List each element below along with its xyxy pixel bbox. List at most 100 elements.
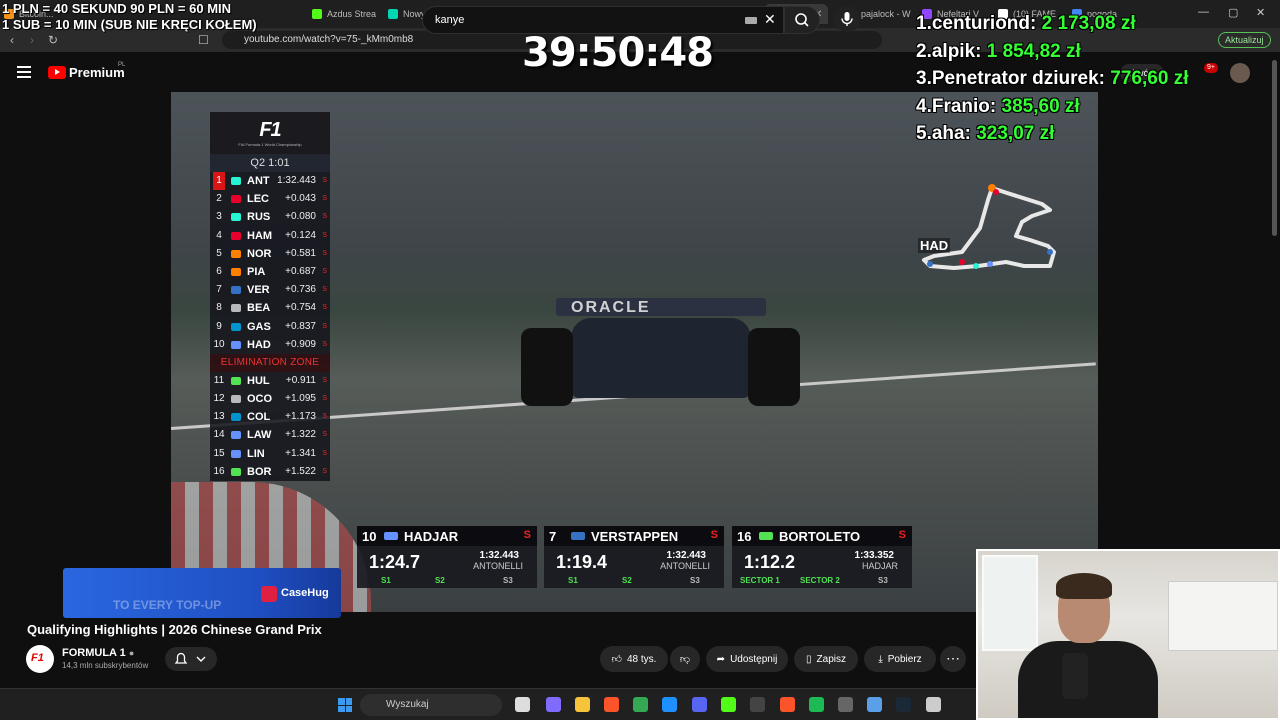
- notification-badge[interactable]: 9+: [1204, 63, 1218, 73]
- obs-icon[interactable]: [750, 697, 765, 712]
- best-lap-time: 1:32.443: [666, 550, 706, 561]
- timing-row: 7 VER +0.736 S: [210, 281, 330, 299]
- thumbs-down-icon: 👎︎: [679, 654, 691, 665]
- best-lap-time: 1:33.352: [854, 550, 894, 561]
- team-logo-icon: [231, 177, 241, 185]
- discord-icon[interactable]: [692, 697, 707, 712]
- search-icon: [795, 13, 809, 27]
- best-lap-driver: ANTONELLI: [473, 561, 523, 571]
- voice-search-button[interactable]: [834, 6, 860, 32]
- sector-label: S2: [435, 576, 445, 585]
- track-map-driver-label: HAD: [918, 238, 951, 253]
- bookmark-save-icon: ▯: [806, 653, 812, 665]
- close-window-icon[interactable]: ✕: [1256, 6, 1265, 19]
- elimination-zone-label: ELIMINATION ZONE: [210, 353, 330, 372]
- sector-label: S3: [690, 576, 700, 585]
- best-lap-driver: HADJAR: [861, 561, 898, 571]
- timing-row: 6 PIA +0.687 S: [210, 263, 330, 281]
- timing-row: 14 LAW +1.322 S: [210, 426, 330, 444]
- casehug-logo: CaseHug: [261, 585, 333, 603]
- save-button[interactable]: ▯ Zapisz: [794, 646, 858, 672]
- timing-row: 12 OCO +1.095 S: [210, 390, 330, 408]
- store-icon[interactable]: [662, 697, 677, 712]
- tyre-icon: S: [322, 340, 327, 348]
- current-lap-time: 1:24.7: [369, 552, 421, 572]
- brave-2-icon[interactable]: [780, 697, 795, 712]
- page-scrollbar[interactable]: [1272, 60, 1277, 236]
- verified-icon: ●: [128, 648, 135, 658]
- team-logo-icon: [231, 431, 241, 440]
- like-button[interactable]: 👍︎ 48 tys.: [600, 646, 668, 672]
- team-logo-icon: [231, 195, 241, 204]
- maximize-icon[interactable]: ▢: [1228, 6, 1238, 19]
- more-actions-button[interactable]: ⋯: [940, 646, 966, 672]
- channel-name[interactable]: FORMULA 1 ●: [62, 647, 134, 659]
- minimize-icon[interactable]: —: [1198, 6, 1209, 18]
- timing-tower: F1 FIA Formula 1 World Championship Q2 1…: [210, 112, 330, 481]
- clear-search-icon[interactable]: ✕: [764, 11, 776, 28]
- leaderboard-entry: 4.Franio: 385,60 zł: [916, 95, 1080, 117]
- current-lap-time: 1:19.4: [556, 552, 608, 572]
- chrome-icon[interactable]: [633, 697, 648, 712]
- track-map: [922, 184, 1056, 270]
- calculator-icon[interactable]: [838, 697, 853, 712]
- keyboard-icon[interactable]: [745, 17, 757, 24]
- copilot-icon[interactable]: [546, 697, 561, 712]
- tyre-icon: S: [523, 529, 531, 541]
- share-icon: ➦: [716, 653, 726, 665]
- spotify-icon[interactable]: [809, 697, 824, 712]
- brave-icon[interactable]: [604, 697, 619, 712]
- tyre-icon: S: [322, 195, 327, 203]
- task-view-icon[interactable]: [515, 697, 530, 712]
- steam-icon[interactable]: [896, 697, 911, 712]
- dislike-button[interactable]: 👎︎: [670, 646, 700, 672]
- timing-row: 11 HUL +0.911 S: [210, 372, 330, 390]
- subscription-bell-button[interactable]: [165, 647, 217, 671]
- team-logo-icon: [231, 322, 241, 331]
- kick-icon[interactable]: [721, 697, 736, 712]
- notepad-icon[interactable]: [867, 697, 882, 712]
- casehug-banner[interactable]: TO EVERY TOP-UP CaseHug: [63, 568, 341, 618]
- back-icon[interactable]: ‹: [10, 33, 14, 47]
- team-logo-icon: [231, 449, 241, 458]
- tab-favicon-icon: [388, 9, 398, 19]
- windows-start-icon[interactable]: [338, 698, 352, 712]
- leaderboard-entry: 1.centuriond: 2 173,08 zł: [916, 13, 1136, 34]
- menu-icon[interactable]: [17, 66, 31, 78]
- leaderboard-entry: 2.alpik: 1 854,82 zł: [916, 40, 1081, 62]
- team-logo-icon: [759, 532, 773, 540]
- subathon-timer: 39:50:48: [522, 30, 714, 76]
- youtube-brand[interactable]: Premium: [69, 65, 125, 80]
- leaderboard-entry: 5.aha: 323,07 zł: [916, 123, 1055, 144]
- timing-row: 13 COL +1.173 S: [210, 408, 330, 426]
- download-button[interactable]: ⤓ Pobierz: [864, 646, 936, 672]
- team-logo-icon: [231, 267, 241, 276]
- team-logo-icon: [384, 532, 398, 540]
- microphone-icon: [841, 12, 853, 26]
- tyre-icon: S: [898, 529, 906, 541]
- best-lap-driver: ANTONELLI: [660, 561, 710, 571]
- update-button[interactable]: Aktualizuj: [1218, 32, 1271, 48]
- f1-car-image: ORACLE: [516, 288, 806, 418]
- forward-icon[interactable]: ›: [30, 33, 34, 47]
- timing-row: 1 ANT 1:32.443 S: [210, 172, 330, 191]
- tyre-icon: S: [322, 267, 327, 275]
- bookmark-icon[interactable]: ☐: [198, 33, 209, 47]
- file-explorer-icon[interactable]: [575, 697, 590, 712]
- browser-tab[interactable]: Azdus Strea: [312, 4, 376, 24]
- youtube-logo-icon[interactable]: [48, 66, 66, 79]
- sector-label: SECTOR 2: [800, 576, 840, 585]
- channel-avatar[interactable]: [26, 645, 54, 673]
- timing-row: 15 LIN +1.341 S: [210, 445, 330, 463]
- capcut-icon[interactable]: [926, 697, 941, 712]
- reload-icon[interactable]: ↻: [48, 33, 58, 47]
- search-button[interactable]: [784, 6, 820, 34]
- current-lap-time: 1:12.2: [744, 552, 796, 572]
- team-logo-icon: [231, 213, 241, 222]
- taskbar-search[interactable]: Wyszukaj: [360, 694, 502, 716]
- share-button[interactable]: ➦ Udostępnij: [706, 646, 788, 672]
- tyre-icon: S: [710, 529, 718, 541]
- f1-logo: F1 FIA Formula 1 World Championship: [210, 112, 330, 154]
- avatar[interactable]: [1230, 63, 1250, 83]
- timing-row: 2 LEC +0.043 S: [210, 190, 330, 208]
